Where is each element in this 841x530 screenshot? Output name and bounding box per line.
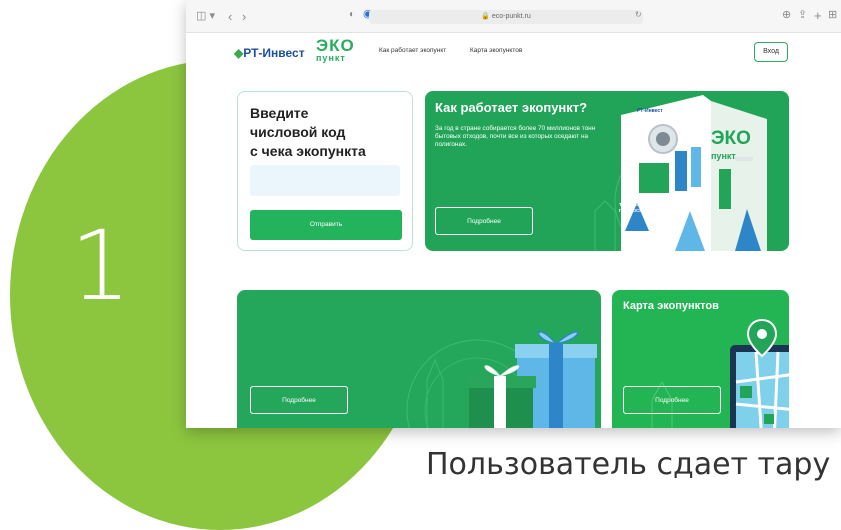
sidebar-toggle-icon[interactable]: ◫ ▾ xyxy=(196,11,215,22)
receipt-code-input[interactable] xyxy=(250,165,400,196)
new-tab-icon[interactable]: + xyxy=(814,9,822,22)
address-bar[interactable]: 🔒 eco-punkt.ru xyxy=(369,10,643,24)
gifts-card: Подробнее xyxy=(237,290,601,428)
machine-eco-label: ЭКО xyxy=(711,128,751,149)
browser-toolbar: ◫ ▾ ‹ › ◐ ◉ 🔒 eco-punkt.ru ↻ ⊕ ⇪ + ⊞ xyxy=(186,0,841,33)
how-more-button[interactable]: Подробнее xyxy=(435,207,533,235)
machine-brand-label: РТ-Инвест xyxy=(637,108,663,114)
rt-invest-logo[interactable]: ◆РТ-Инвест xyxy=(234,46,305,60)
code-entry-card: Введите числовой код с чека экопункта От… xyxy=(237,91,413,251)
machine-slogan: ТЫ ДЕЛАЕШЬ ЧИСТЫМ ПОДМОСКОВЬЕ! xyxy=(619,202,673,213)
forward-icon[interactable]: › xyxy=(242,10,246,23)
map-card: Карта экопунктов Подробнее xyxy=(612,290,789,428)
nav-map[interactable]: Карта экопунктов xyxy=(470,47,522,54)
how-card-text: За год в стране собирается более 70 милл… xyxy=(435,125,596,148)
code-card-title: Введите числовой код с чека экопункта xyxy=(250,105,366,159)
ecopunkt-logo[interactable]: ЭКО xyxy=(316,37,355,54)
url-text: 🔒 eco-punkt.ru xyxy=(481,13,531,20)
back-icon[interactable]: ‹ xyxy=(228,10,232,23)
how-card-title: Как работает экопункт? xyxy=(435,100,588,115)
tab-overview-icon[interactable]: ⊞ xyxy=(828,10,837,21)
reload-icon[interactable]: ↻ xyxy=(635,11,642,19)
machine-punkt-label: пункт xyxy=(711,151,736,161)
site-header: ◆РТ-Инвест ЭКО пункт Как работает экопун… xyxy=(186,32,841,74)
logo-mark-icon: ◆ xyxy=(234,46,244,60)
step-number: 1 xyxy=(70,210,132,322)
ecopunkt-machine-image xyxy=(621,95,767,251)
gifts-more-button[interactable]: Подробнее xyxy=(250,386,348,414)
submit-code-button[interactable]: Отправить xyxy=(250,210,402,240)
nav-how-it-works[interactable]: Как работает экопункт xyxy=(379,47,446,54)
download-icon[interactable]: ⊕ xyxy=(782,10,791,21)
login-button[interactable]: Вход xyxy=(754,42,788,62)
step-caption: Пользователь сдает тару xyxy=(426,447,831,482)
share-icon[interactable]: ⇪ xyxy=(798,10,807,21)
how-it-works-card: Как работает экопункт? За год в стране с… xyxy=(425,91,789,251)
map-more-button[interactable]: Подробнее xyxy=(623,386,721,414)
browser-window: ◫ ▾ ‹ › ◐ ◉ 🔒 eco-punkt.ru ↻ ⊕ ⇪ + ⊞ ◆РТ… xyxy=(186,0,841,428)
privacy-shield-icon[interactable]: ◐ xyxy=(349,10,355,20)
map-card-title: Карта экопунктов xyxy=(623,300,719,312)
ecopunkt-logo-sub: пункт xyxy=(316,53,346,63)
